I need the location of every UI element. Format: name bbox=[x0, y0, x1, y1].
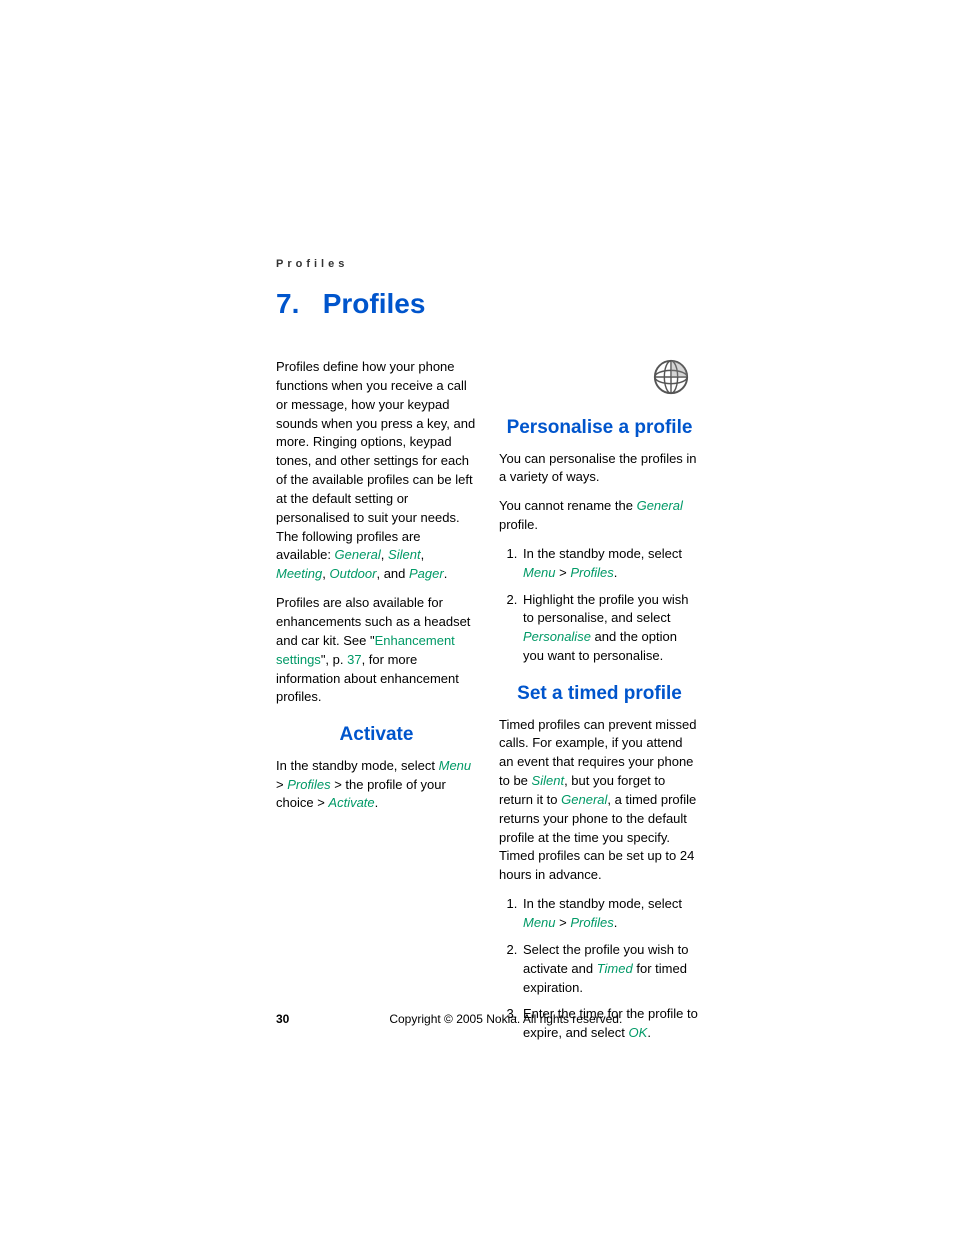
left-column: Profiles define how your phone functions… bbox=[276, 358, 477, 1053]
text: > bbox=[276, 777, 287, 792]
list-item: In the standby mode, select Menu > Profi… bbox=[521, 895, 700, 933]
term-activate: Activate bbox=[328, 795, 374, 810]
text: profile. bbox=[499, 517, 538, 532]
list-item: In the standby mode, select Menu > Profi… bbox=[521, 545, 700, 583]
profiles-icon bbox=[652, 358, 690, 396]
two-column-layout: Profiles define how your phone functions… bbox=[276, 358, 700, 1053]
term-general: General bbox=[637, 498, 683, 513]
chapter-number: 7. bbox=[276, 288, 299, 319]
personalise-p1: You can personalise the profiles in a va… bbox=[499, 450, 700, 488]
term-menu: Menu bbox=[439, 758, 472, 773]
chapter-name: Profiles bbox=[323, 288, 426, 319]
text: . bbox=[614, 915, 618, 930]
term-general: General bbox=[561, 792, 607, 807]
term-menu: Menu bbox=[523, 915, 556, 930]
term-menu: Menu bbox=[523, 565, 556, 580]
term-general: General bbox=[335, 547, 381, 562]
copyright-text: Copyright © 2005 Nokia. All rights reser… bbox=[389, 1012, 622, 1026]
right-column: Personalise a profile You can personalis… bbox=[499, 358, 700, 1053]
heading-timed: Set a timed profile bbox=[499, 680, 700, 708]
term-silent: Silent bbox=[532, 773, 565, 788]
text: , bbox=[381, 547, 388, 562]
page-content: Profiles 7. Profiles Profiles define how… bbox=[276, 258, 700, 1053]
heading-activate: Activate bbox=[276, 721, 477, 749]
page-footer: 30 Copyright © 2005 Nokia. All rights re… bbox=[276, 1012, 700, 1026]
enhancement-paragraph: Profiles are also available for enhancem… bbox=[276, 594, 477, 707]
text: In the standby mode, select bbox=[523, 896, 682, 911]
running-head: Profiles bbox=[276, 258, 700, 270]
text: , bbox=[421, 547, 425, 562]
text: . bbox=[375, 795, 379, 810]
term-personalise: Personalise bbox=[523, 629, 591, 644]
list-item: Select the profile you wish to activate … bbox=[521, 941, 700, 998]
text: You cannot rename the bbox=[499, 498, 637, 513]
text: > bbox=[556, 915, 571, 930]
timed-p1: Timed profiles can prevent missed calls.… bbox=[499, 716, 700, 886]
text: . bbox=[647, 1025, 651, 1040]
text: . bbox=[614, 565, 618, 580]
text: . bbox=[444, 566, 448, 581]
term-pager: Pager bbox=[409, 566, 444, 581]
personalise-steps: In the standby mode, select Menu > Profi… bbox=[499, 545, 700, 666]
term-profiles: Profiles bbox=[287, 777, 330, 792]
personalise-p2: You cannot rename the General profile. bbox=[499, 497, 700, 535]
term-profiles: Profiles bbox=[570, 915, 613, 930]
list-item: Highlight the profile you wish to person… bbox=[521, 591, 700, 666]
term-profiles: Profiles bbox=[570, 565, 613, 580]
term-silent: Silent bbox=[388, 547, 421, 562]
term-meeting: Meeting bbox=[276, 566, 322, 581]
text: In the standby mode, select bbox=[523, 546, 682, 561]
text: > bbox=[556, 565, 571, 580]
text: ", p. bbox=[321, 652, 347, 667]
text: Highlight the profile you wish to person… bbox=[523, 592, 688, 626]
heading-personalise: Personalise a profile bbox=[499, 414, 700, 442]
activate-paragraph: In the standby mode, select Menu > Profi… bbox=[276, 757, 477, 814]
chapter-title: 7. Profiles bbox=[276, 288, 700, 320]
page-number: 30 bbox=[276, 1012, 386, 1026]
text: In the standby mode, select bbox=[276, 758, 439, 773]
term-ok: OK bbox=[629, 1025, 648, 1040]
text: , and bbox=[376, 566, 409, 581]
xref-page-37[interactable]: 37 bbox=[347, 652, 361, 667]
term-timed: Timed bbox=[597, 961, 633, 976]
intro-paragraph: Profiles define how your phone functions… bbox=[276, 358, 477, 584]
term-outdoor: Outdoor bbox=[329, 566, 376, 581]
text: Profiles define how your phone functions… bbox=[276, 359, 475, 562]
